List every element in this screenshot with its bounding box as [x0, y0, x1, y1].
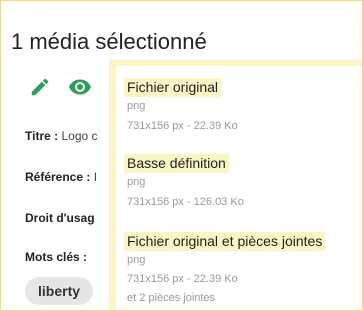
option-format: png [127, 176, 146, 188]
titre-value: Logo c [61, 129, 98, 143]
keyword-tag[interactable]: liberty [25, 277, 94, 305]
option-format: png [127, 100, 146, 112]
field-mots-cles: Mots clés : [25, 250, 87, 264]
download-option-original[interactable]: Fichier original png 731x156 px - 22.39 … [124, 78, 362, 134]
option-details: 731x156 px - 126.03 Ko [127, 196, 244, 208]
pencil-icon [31, 78, 49, 96]
reference-value: I [93, 170, 98, 184]
field-titre: Titre : Logo c [25, 129, 98, 143]
droit-usage-label: Droit d'usag [25, 211, 95, 225]
field-droit-usage: Droit d'usag [25, 211, 95, 225]
option-name: Fichier original [124, 78, 222, 97]
field-reference: Référence : I [25, 170, 97, 184]
edit-button[interactable] [27, 74, 53, 100]
option-attachments: et 2 pièces jointes [127, 292, 216, 304]
eye-icon [69, 79, 91, 95]
panel-title: 1 média sélectionné [11, 29, 207, 54]
reference-label: Référence : [25, 170, 91, 184]
titre-label: Titre : [25, 129, 59, 143]
option-name: Fichier original et pièces jointes [124, 232, 326, 251]
view-button[interactable] [67, 74, 93, 100]
mots-cles-label: Mots clés : [25, 250, 88, 264]
download-option-original-with-attachments[interactable]: Fichier original et pièces jointes png 7… [124, 232, 362, 306]
option-details: 731x156 px - 22.39 Ko [127, 273, 238, 285]
option-format: png [127, 254, 146, 266]
download-menu: Fichier original png 731x156 px - 22.39 … [110, 60, 362, 310]
option-details: 731x156 px - 22.39 Ko [127, 120, 238, 132]
media-selection-panel: 1 média sélectionné Titre : Logo c Référ… [0, 0, 363, 311]
option-name: Basse définition [124, 154, 229, 173]
download-option-low-res[interactable]: Basse définition png 731x156 px - 126.03… [124, 154, 362, 210]
